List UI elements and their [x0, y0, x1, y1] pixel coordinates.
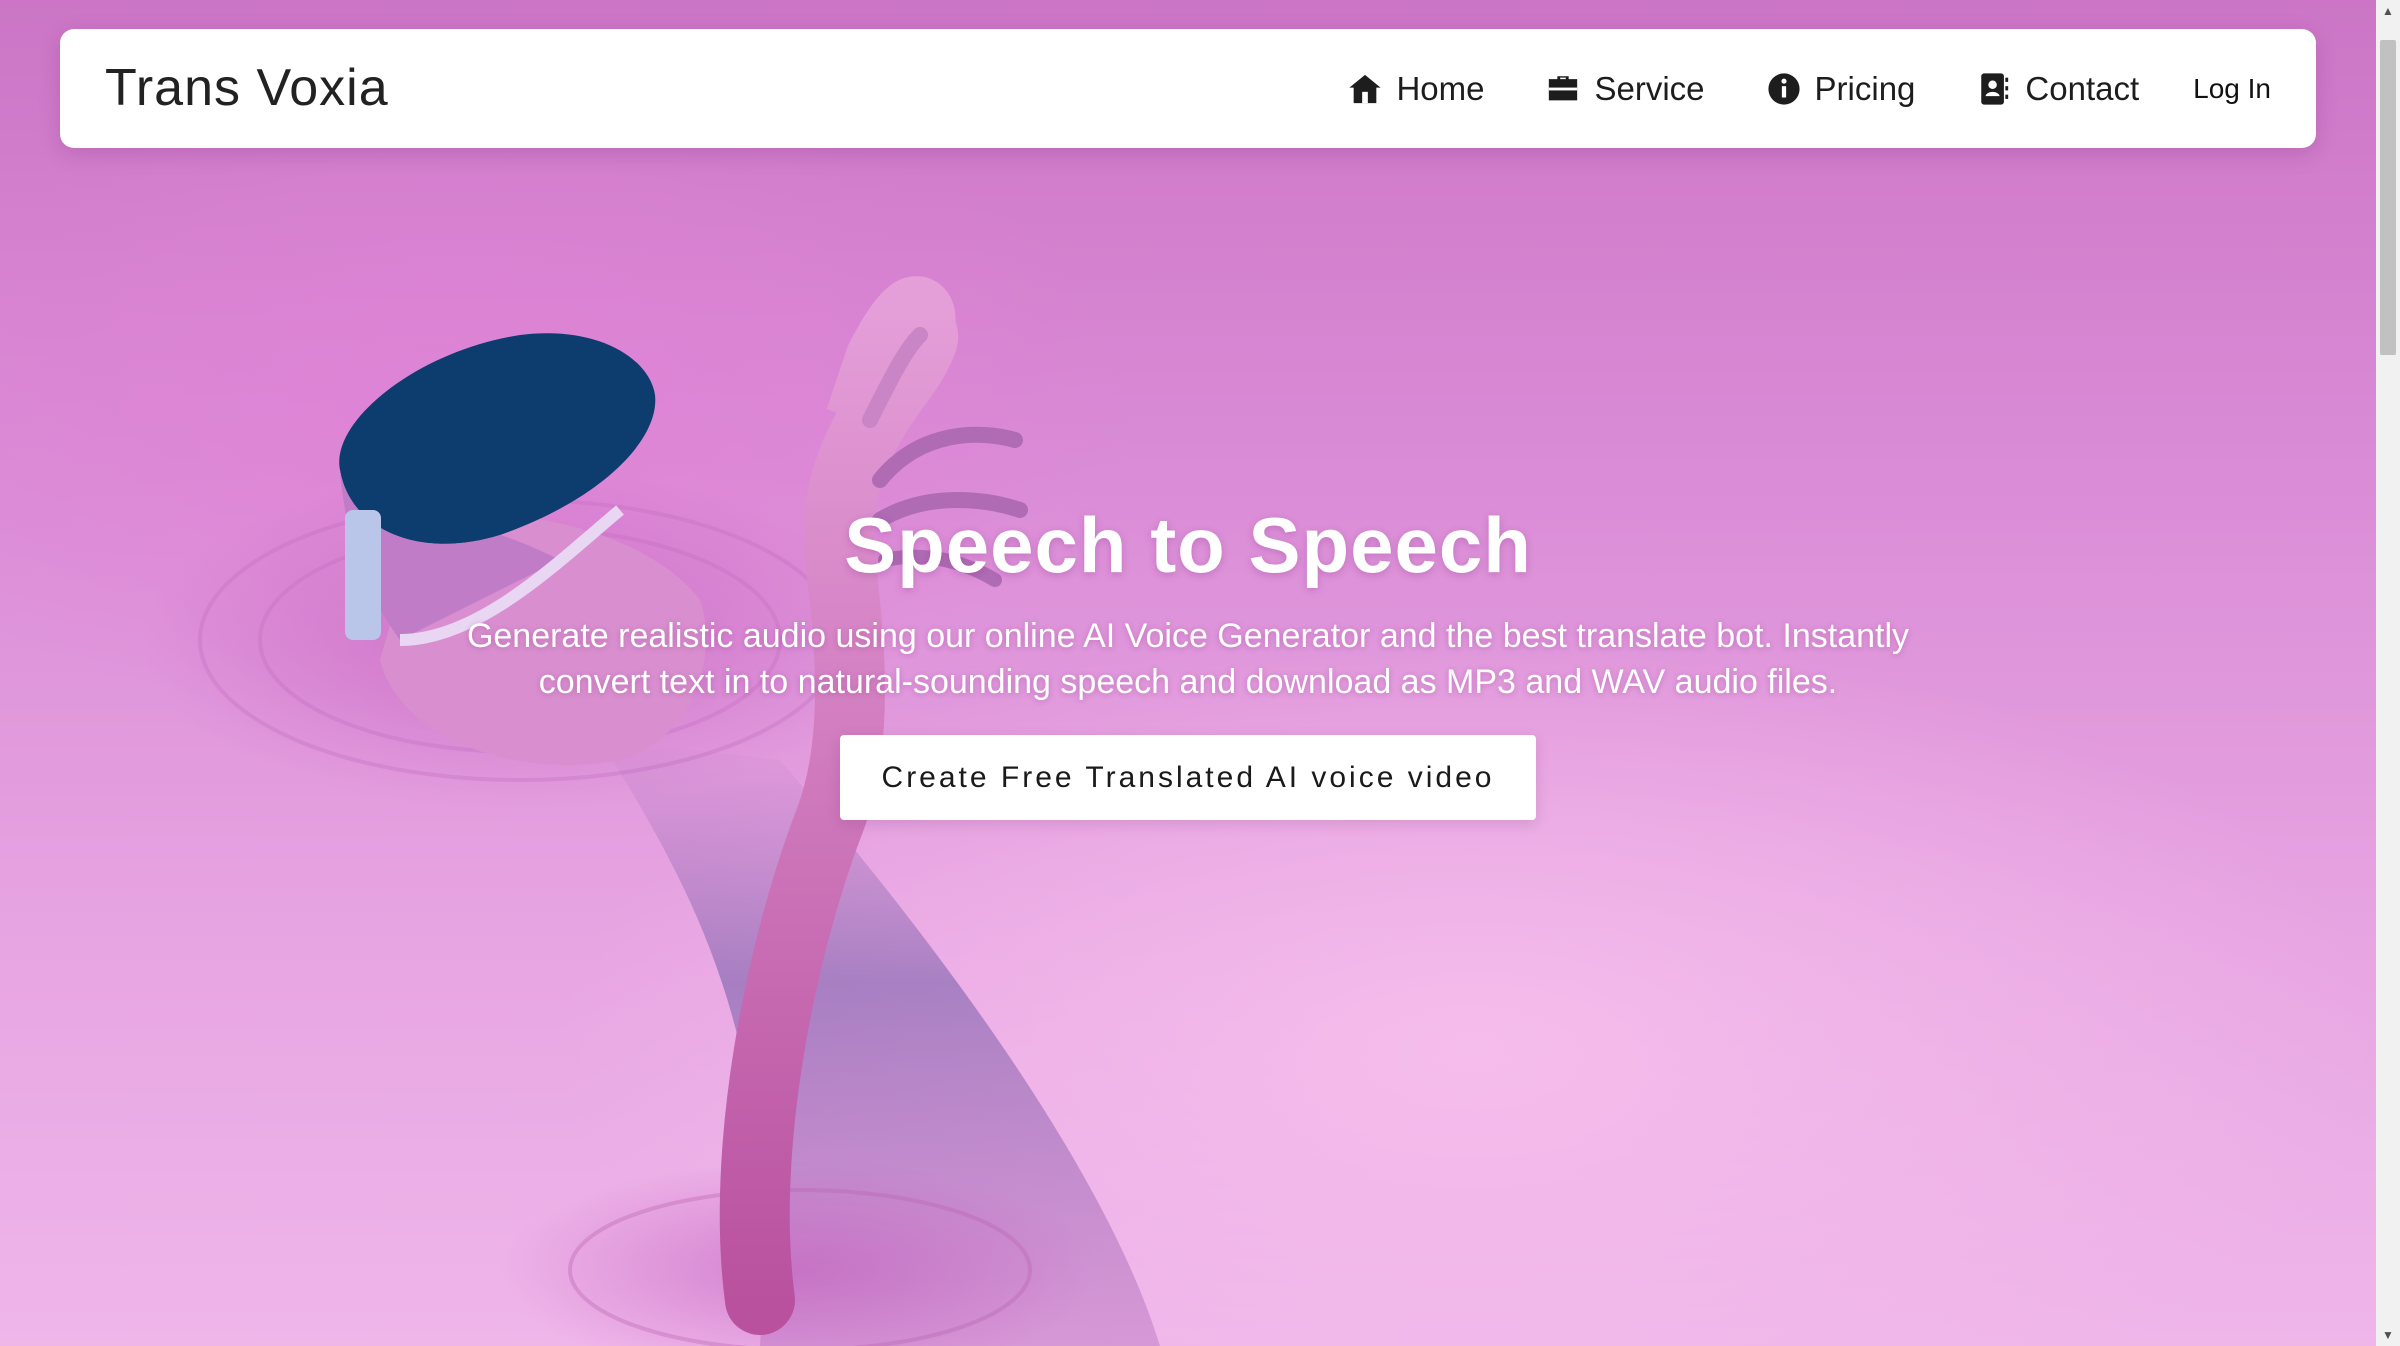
login-link[interactable]: Log In	[2193, 73, 2271, 105]
home-icon	[1349, 74, 1382, 103]
nav-service-label: Service	[1594, 69, 1705, 107]
page: Trans Voxia Home Service Pricing Contact…	[0, 0, 2376, 1346]
briefcase-icon	[1549, 75, 1578, 100]
create-video-button[interactable]: Create Free Translated AI voice video	[840, 735, 1536, 820]
contact-card-icon	[1981, 72, 2009, 105]
page-scrollbar[interactable]: ▲ ▼	[2376, 0, 2400, 1346]
nav-pricing-label: Pricing	[1814, 69, 1916, 107]
scroll-thumb[interactable]	[2380, 40, 2396, 355]
nav-home-label: Home	[1396, 69, 1485, 107]
scroll-up-arrow-icon[interactable]: ▲	[2376, 0, 2400, 22]
info-circle-icon	[1767, 72, 1800, 105]
hero-description: Generate realistic audio using our onlin…	[466, 617, 1910, 701]
brand-logo[interactable]: Trans Voxia	[105, 29, 389, 148]
nav-service[interactable]: Service	[1546, 69, 1705, 108]
nav-contact-label: Contact	[2025, 69, 2140, 107]
nav-home[interactable]: Home	[1348, 70, 1484, 108]
nav-contact[interactable]: Contact	[1977, 70, 2139, 108]
scroll-down-arrow-icon[interactable]: ▼	[2376, 1324, 2400, 1346]
hero-section: Speech to Speech Generate realistic audi…	[0, 500, 2376, 820]
nav-links: Home Service Pricing Contact Log In	[1286, 29, 2271, 148]
navbar: Trans Voxia Home Service Pricing Contact…	[60, 29, 2316, 148]
nav-pricing[interactable]: Pricing	[1767, 69, 1916, 108]
hero-title: Speech to Speech	[844, 501, 1532, 589]
